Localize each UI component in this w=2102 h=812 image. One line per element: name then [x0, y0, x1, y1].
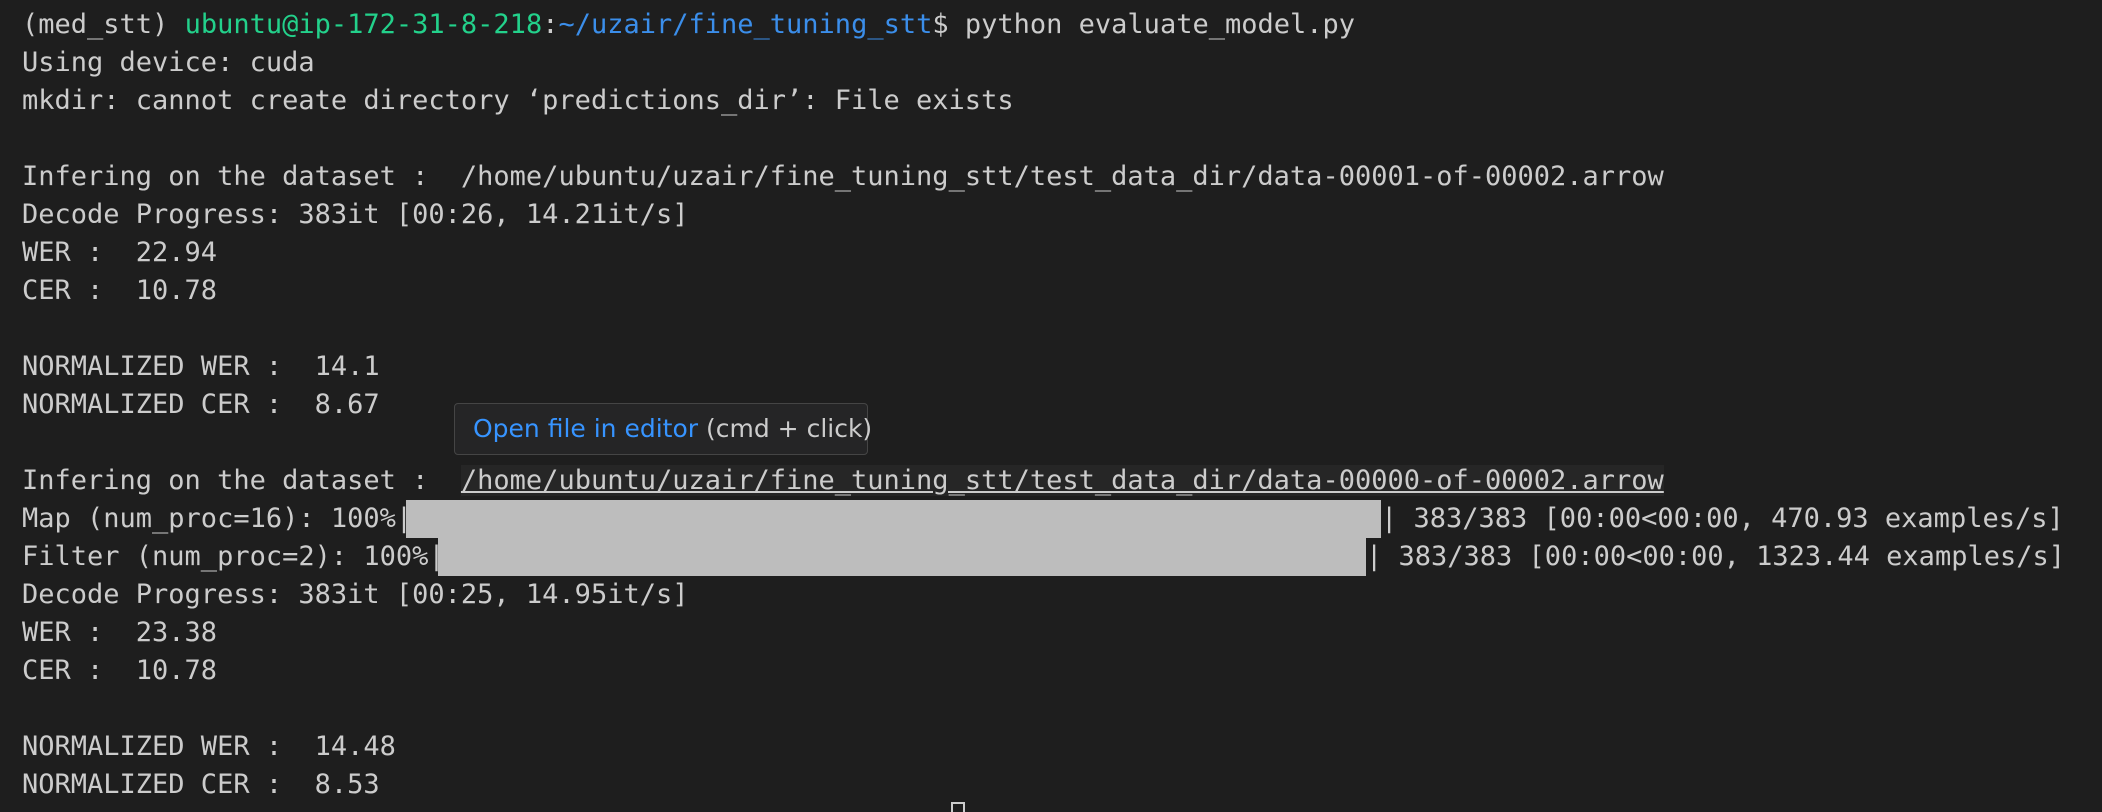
- cer-line-2: CER : 10.78: [22, 655, 218, 686]
- normalized-wer-line-1: NORMALIZED WER : 14.1: [22, 351, 380, 382]
- file-path-link-2[interactable]: /home/ubuntu/uzair/fine_tuning_stt/test_…: [460, 465, 1664, 496]
- infer-label-2: Infering on the dataset :: [22, 465, 461, 496]
- infer-label-1: Infering on the dataset :: [22, 161, 461, 192]
- command-text: python evaluate_model.py: [964, 9, 1356, 40]
- open-file-tooltip: Open file in editor (cmd + click): [454, 403, 872, 455]
- filter-progress-stats: | 383/383 [00:00<00:00, 1323.44 examples…: [1366, 541, 2065, 572]
- prompt-separator: :: [542, 9, 559, 40]
- terminal-cursor: [951, 802, 965, 812]
- prompt-user-host: ubuntu@ip-172-31-8-218: [184, 9, 543, 40]
- infer-line-1: Infering on the dataset : /home/ubuntu/u…: [22, 158, 1664, 196]
- terminal-window[interactable]: (med_stt) ubuntu@ip-172-31-8-218:~/uzair…: [0, 0, 2102, 812]
- wer-line-1: WER : 22.94: [22, 237, 218, 268]
- normalized-cer-line-1: NORMALIZED CER : 8.67: [22, 389, 380, 420]
- normalized-wer-line-2: NORMALIZED WER : 14.48: [22, 731, 396, 762]
- prompt-env: (med_stt): [22, 9, 169, 40]
- device-line: Using device: cuda: [22, 47, 315, 78]
- infer-line-2: Infering on the dataset : /home/ubuntu/u…: [22, 462, 1664, 500]
- tooltip-hint: (cmd + click): [698, 414, 873, 443]
- file-path-link-1[interactable]: /home/ubuntu/uzair/fine_tuning_stt/test_…: [461, 161, 1664, 192]
- map-progress-bar: [406, 500, 1381, 538]
- normalized-cer-line-2: NORMALIZED CER : 8.53: [22, 769, 380, 800]
- decode-progress-1: Decode Progress: 383it [00:26, 14.21it/s…: [22, 199, 689, 230]
- filter-progress-bar: [438, 538, 1366, 576]
- map-progress-stats: | 383/383 [00:00<00:00, 470.93 examples/…: [1381, 503, 2064, 534]
- prompt-symbol: $: [932, 9, 949, 40]
- filter-progress-label: Filter (num_proc=2): 100%|: [22, 541, 445, 572]
- map-progress-label: Map (num_proc=16): 100%|: [22, 503, 413, 534]
- open-file-in-editor-link[interactable]: Open file in editor: [473, 414, 698, 443]
- cer-line-1: CER : 10.78: [22, 275, 218, 306]
- mkdir-error-line: mkdir: cannot create directory ‘predicti…: [22, 85, 1014, 116]
- wer-line-2: WER : 23.38: [22, 617, 218, 648]
- prompt-line: (med_stt) ubuntu@ip-172-31-8-218:~/uzair…: [22, 6, 1355, 44]
- decode-progress-2: Decode Progress: 383it [00:25, 14.95it/s…: [22, 579, 689, 610]
- prompt-path: ~/uzair/fine_tuning_stt: [558, 9, 933, 40]
